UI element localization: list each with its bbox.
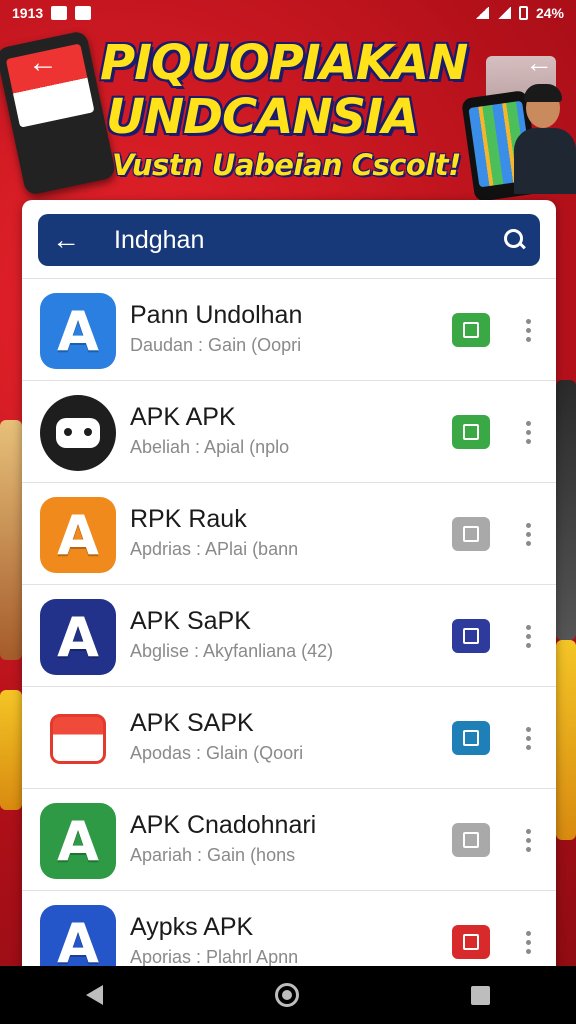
nav-home-icon[interactable]: [275, 983, 299, 1007]
download-icon: [463, 934, 479, 950]
back-arrow-icon[interactable]: ←: [524, 48, 554, 78]
more-options-icon[interactable]: [520, 517, 536, 551]
signal-icon: [496, 7, 511, 19]
notification-icon: [75, 6, 92, 20]
search-icon[interactable]: [504, 229, 526, 251]
app-list: A Pann Undolhan Daudan : Gain (Oopri APK AP…: [22, 278, 556, 980]
install-button[interactable]: [452, 517, 490, 551]
banner-subline: Vustn Uabeian Cscolt!: [112, 148, 461, 182]
more-options-icon[interactable]: [520, 415, 536, 449]
wifi-icon: [474, 7, 489, 19]
download-icon: [463, 322, 479, 338]
back-arrow-icon[interactable]: ←: [52, 224, 86, 256]
app-glyph: A: [57, 605, 99, 669]
install-button[interactable]: [452, 721, 490, 755]
letter-a-icon[interactable]: A: [40, 599, 116, 675]
status-time: 1913: [12, 5, 44, 21]
download-icon: [463, 628, 479, 644]
app-subtitle: Aporias : Plahrl Apnn: [130, 947, 299, 967]
app-subtitle: Abeliah : Apial (nplo: [130, 437, 290, 457]
app-subtitle: Daudan : Gain (Oopri: [130, 335, 302, 355]
status-bar: 1913 24%: [0, 0, 576, 26]
list-item[interactable]: APK SAPK Apodas : Glain (Qoori: [22, 686, 556, 788]
search-input[interactable]: Indghan: [86, 226, 504, 255]
cube-icon[interactable]: [40, 701, 116, 777]
letter-a-icon[interactable]: A: [40, 803, 116, 879]
app-glyph: A: [57, 809, 99, 873]
install-button[interactable]: [452, 823, 490, 857]
nav-recents-icon[interactable]: [471, 985, 490, 1005]
app-name: Aypks APK: [130, 913, 254, 941]
app-glyph: A: [57, 503, 99, 567]
letter-a-icon[interactable]: A: [40, 293, 116, 369]
app-name: RPK Rauk: [130, 505, 247, 533]
app-name: Pann Undolhan: [130, 301, 303, 329]
download-icon: [463, 832, 479, 848]
list-item[interactable]: APK APK Abeliah : Apial (nplo: [22, 380, 556, 482]
install-button[interactable]: [452, 313, 490, 347]
letter-a-icon[interactable]: A: [40, 497, 116, 573]
install-button[interactable]: [452, 415, 490, 449]
more-options-icon[interactable]: [520, 925, 536, 959]
app-name: APK SAPK: [130, 709, 254, 737]
nav-back-icon[interactable]: [86, 985, 103, 1005]
navigation-bar: [0, 966, 576, 1024]
robot-icon[interactable]: [40, 395, 116, 471]
banner-headline: PIQUOPIAKAN UNDCANSIA: [100, 36, 500, 144]
download-icon: [463, 730, 479, 746]
app-subtitle: Apariah : Gain (hons: [130, 845, 296, 865]
more-options-icon[interactable]: [520, 823, 536, 857]
more-options-icon[interactable]: [520, 721, 536, 755]
app-subtitle: Apdrias : APlai (bann: [130, 539, 299, 559]
back-arrow-icon[interactable]: ←: [28, 48, 58, 78]
app-name: APK APK: [130, 403, 236, 431]
notification-icon: [51, 6, 68, 20]
app-name: APK Cnadohnari: [130, 811, 317, 839]
app-glyph: A: [57, 299, 99, 363]
app-list-card: ← Indghan A Pann Undolhan Daudan : Gain (O…: [22, 200, 556, 980]
list-item[interactable]: A APK Cnadohnari Apariah : Gain (hons: [22, 788, 556, 890]
battery-level: 24%: [535, 5, 564, 21]
app-name: APK SaPK: [130, 607, 251, 635]
list-item[interactable]: A Pann Undolhan Daudan : Gain (Oopri: [22, 278, 556, 380]
download-icon: [463, 424, 479, 440]
install-button[interactable]: [452, 925, 490, 959]
download-icon: [463, 526, 479, 542]
more-options-icon[interactable]: [520, 313, 536, 347]
list-item[interactable]: A RPK Rauk Apdrias : APlai (bann: [22, 482, 556, 584]
decoration: [0, 420, 22, 660]
person-illustration: [514, 84, 576, 194]
decoration: [556, 380, 576, 640]
app-subtitle: Abglise : Akyfanliana (42): [130, 641, 334, 661]
decoration: [556, 640, 576, 840]
battery-icon: [518, 6, 528, 20]
search-bar[interactable]: ← Indghan: [38, 214, 540, 266]
decoration: [0, 690, 22, 810]
list-item[interactable]: A APK SaPK Abglise : Akyfanliana (42): [22, 584, 556, 686]
more-options-icon[interactable]: [520, 619, 536, 653]
headline-line-1: PIQUOPIAKAN: [100, 35, 468, 91]
app-subtitle: Apodas : Glain (Qoori: [130, 743, 304, 763]
install-button[interactable]: [452, 619, 490, 653]
headline-line-2: UNDCANSIA: [106, 89, 419, 145]
